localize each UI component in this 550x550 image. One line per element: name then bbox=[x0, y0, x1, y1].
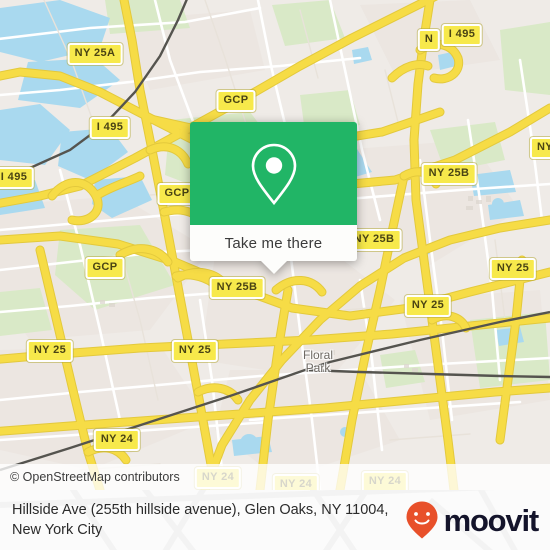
popup-tail bbox=[259, 260, 288, 274]
moovit-wordmark: moovit bbox=[443, 502, 540, 538]
highway-shield: NY 25 bbox=[171, 340, 219, 362]
highway-shield: NY 25 bbox=[489, 258, 537, 280]
highway-shield: I 495 bbox=[441, 24, 483, 46]
highway-shield: GCP bbox=[85, 257, 125, 279]
highway-shield: GCP bbox=[216, 90, 256, 112]
take-me-there-label: Take me there bbox=[224, 234, 323, 252]
highway-shield: NY 25 bbox=[404, 295, 452, 317]
highway-shield: I 495 bbox=[89, 117, 131, 139]
highway-shield: NY bbox=[529, 137, 550, 159]
take-me-there-popup[interactable]: Take me there bbox=[190, 122, 357, 274]
highway-shield: N bbox=[417, 29, 441, 51]
address-text: Hillside Ave (255th hillside avenue), Gl… bbox=[12, 502, 389, 538]
moovit-map-page: .rd { fill:none; stroke:#f4d93c; stroke-… bbox=[0, 0, 550, 550]
moovit-logo[interactable]: moovit bbox=[404, 500, 540, 540]
highway-shield: NY 25 bbox=[26, 340, 74, 362]
bottom-info-bar: Hillside Ave (255th hillside avenue), Gl… bbox=[0, 490, 550, 550]
highway-shield: NY 25A bbox=[67, 43, 123, 65]
place-label: Floral Park bbox=[302, 348, 334, 375]
highway-shield: NY 25B bbox=[209, 277, 265, 299]
map-canvas[interactable]: .rd { fill:none; stroke:#f4d93c; stroke-… bbox=[0, 0, 550, 490]
highway-shield: I 495 bbox=[0, 167, 35, 189]
moovit-pin-icon bbox=[406, 501, 438, 539]
attribution-text[interactable]: © OpenStreetMap contributors bbox=[0, 470, 180, 484]
popup-footer[interactable]: Take me there bbox=[190, 225, 357, 261]
popup-header bbox=[190, 122, 357, 225]
highway-shield: NY 25B bbox=[421, 163, 477, 185]
map-pin-icon bbox=[251, 143, 296, 205]
highway-shield: NY 24 bbox=[93, 429, 141, 451]
map-attribution: © OpenStreetMap contributors bbox=[0, 464, 550, 490]
